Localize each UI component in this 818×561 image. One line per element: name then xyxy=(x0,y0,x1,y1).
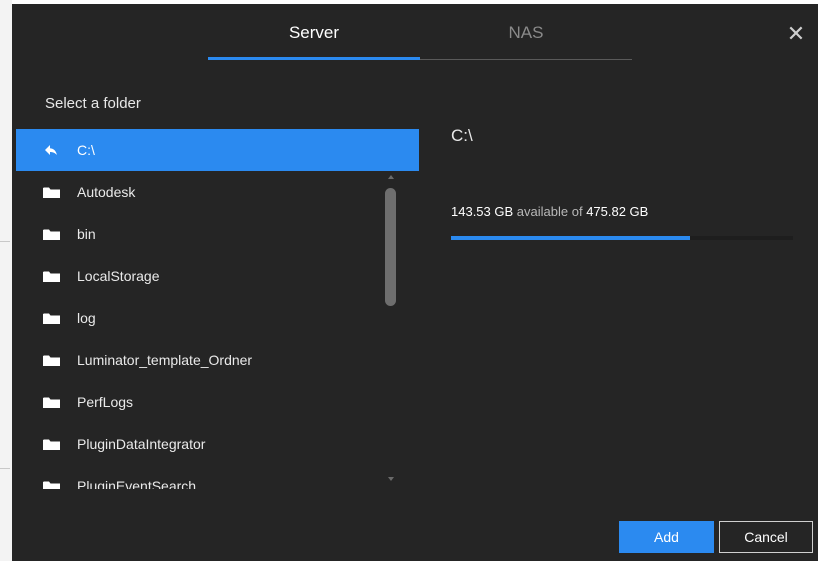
folder-icon xyxy=(42,438,60,451)
folder-name: Autodesk xyxy=(77,184,136,200)
folder-name: LocalStorage xyxy=(77,268,160,284)
storage-usage-fill xyxy=(451,236,690,240)
total-space: 475.82 GB xyxy=(586,204,649,219)
background-divider xyxy=(0,241,10,242)
folder-icon xyxy=(42,186,60,199)
folder-icon xyxy=(42,480,60,489)
folder-row-autodesk[interactable]: Autodesk xyxy=(16,171,419,213)
folder-row-bin[interactable]: bin xyxy=(16,213,419,255)
folder-name: PerfLogs xyxy=(77,394,134,410)
scroll-up-arrow-icon[interactable] xyxy=(388,175,394,179)
folder-name: Luminator_template_Ordner xyxy=(77,352,253,368)
folder-list[interactable]: C:\ Autodesk bin LocalStorage log Lumina… xyxy=(16,129,419,489)
select-folder-label: Select a folder xyxy=(45,95,141,112)
folder-row-localstorage[interactable]: LocalStorage xyxy=(16,255,419,297)
folder-icon xyxy=(42,354,60,367)
folder-icon xyxy=(42,396,60,409)
folder-name: log xyxy=(77,310,96,326)
folder-row-luminator[interactable]: Luminator_template_Ordner xyxy=(16,339,419,381)
folder-row-plugindataintegrator[interactable]: PluginDataIntegrator xyxy=(16,423,419,465)
folder-icon xyxy=(42,228,60,241)
storage-usage-bar xyxy=(451,236,793,240)
back-arrow-icon xyxy=(42,144,60,156)
capacity-text: 143.53 GB available of 475.82 GB xyxy=(451,204,648,219)
tab-server[interactable]: Server xyxy=(208,4,420,60)
tab-nas[interactable]: NAS xyxy=(420,4,632,60)
folder-picker-dialog: Server NAS ✕ Select a folder C:\ Autodes… xyxy=(12,4,818,561)
folder-icon xyxy=(42,312,60,325)
parent-folder-row[interactable]: C:\ xyxy=(16,129,419,171)
available-space: 143.53 GB xyxy=(451,204,514,219)
folder-icon xyxy=(42,270,60,283)
cancel-button[interactable]: Cancel xyxy=(719,521,813,553)
folder-row-log[interactable]: log xyxy=(16,297,419,339)
current-path-label: C:\ xyxy=(77,142,95,158)
scroll-down-arrow-icon[interactable] xyxy=(388,477,394,481)
background-divider xyxy=(0,468,10,469)
folder-name: PluginEventSearch xyxy=(77,478,197,489)
drive-title: C:\ xyxy=(451,126,473,145)
background-window-edge xyxy=(0,0,12,561)
folder-name: PluginDataIntegrator xyxy=(77,436,206,452)
source-tabs: Server NAS xyxy=(208,4,632,60)
folder-row-perflogs[interactable]: PerfLogs xyxy=(16,381,419,423)
scrollbar-thumb[interactable] xyxy=(385,188,396,306)
folder-row-plugineventsearch[interactable]: PluginEventSearch xyxy=(16,465,419,489)
folder-name: bin xyxy=(77,226,96,242)
available-of-label: available of xyxy=(516,204,583,219)
add-button[interactable]: Add xyxy=(619,521,714,553)
close-icon[interactable]: ✕ xyxy=(784,22,808,46)
